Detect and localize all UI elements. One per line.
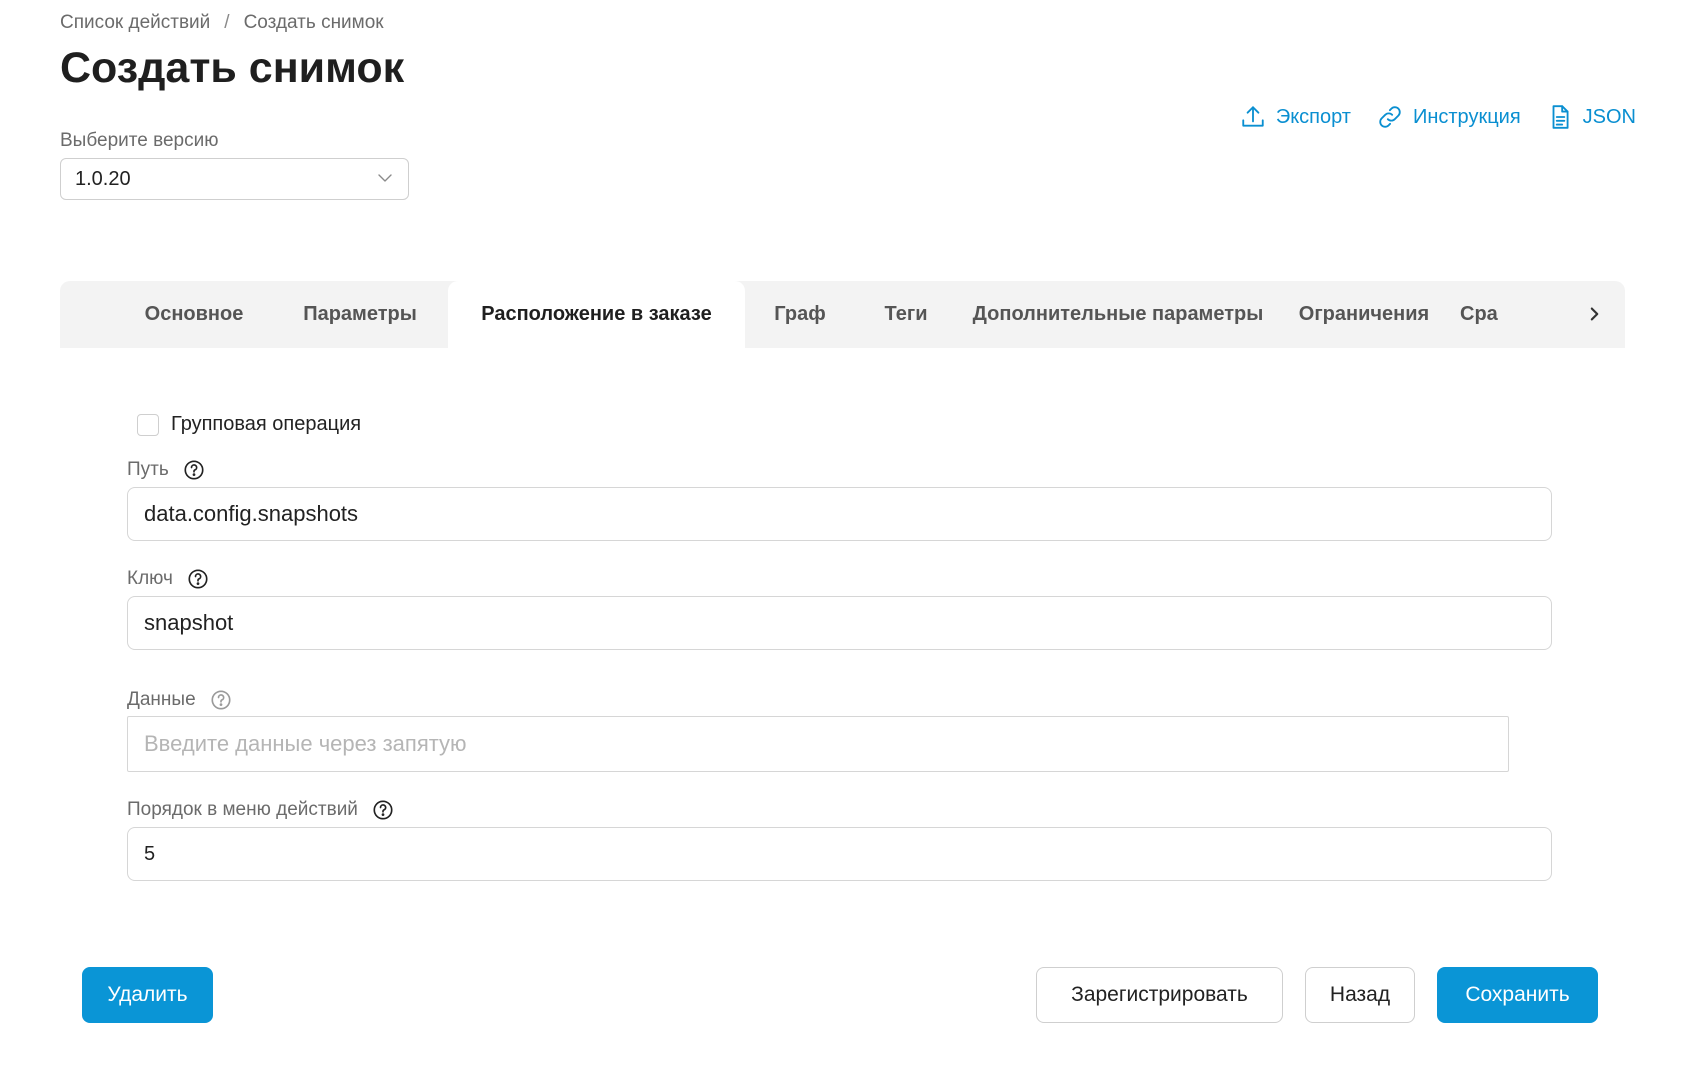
help-circle-icon[interactable] <box>210 689 232 711</box>
tab-bar: Основное Параметры Расположение в заказе… <box>60 281 1625 348</box>
link-icon <box>1379 106 1401 128</box>
back-button[interactable]: Назад <box>1305 967 1415 1023</box>
export-label: Экспорт <box>1275 105 1351 128</box>
key-label: Ключ <box>127 568 173 589</box>
group-operation-row: Групповая операция <box>137 413 361 436</box>
version-label: Выберите версию <box>60 130 219 151</box>
data-label-row: Данные <box>127 689 232 711</box>
breadcrumb-item-actions-list[interactable]: Список действий <box>60 12 210 34</box>
tab-tags[interactable]: Теги <box>866 281 946 348</box>
data-input[interactable]: Введите данные через запятую <box>127 716 1509 772</box>
tab-compare[interactable]: Сра <box>1460 281 1504 348</box>
chevron-down-icon <box>378 174 392 182</box>
instruction-label: Инструкция <box>1412 105 1521 128</box>
header-actions: Экспорт Инструкция JSON <box>1240 104 1636 130</box>
order-label-row: Порядок в меню действий <box>127 799 394 821</box>
page-title: Создать снимок <box>60 44 405 92</box>
help-circle-icon[interactable] <box>183 459 205 481</box>
upload-icon <box>1242 106 1264 127</box>
help-circle-icon[interactable] <box>372 799 394 821</box>
path-label-row: Путь <box>127 459 205 481</box>
save-button[interactable]: Сохранить <box>1437 967 1598 1023</box>
key-label-row: Ключ <box>127 568 209 590</box>
order-label: Порядок в меню действий <box>127 799 358 820</box>
tab-restrictions[interactable]: Ограничения <box>1288 281 1440 348</box>
path-input[interactable]: data.config.snapshots <box>127 487 1552 541</box>
breadcrumb: Список действий / Создать снимок <box>60 12 384 34</box>
help-circle-icon[interactable] <box>187 568 209 590</box>
delete-button[interactable]: Удалить <box>82 967 213 1023</box>
json-button[interactable]: JSON <box>1547 104 1636 130</box>
group-operation-label: Групповая операция <box>171 413 362 435</box>
tab-graph[interactable]: Граф <box>760 281 840 348</box>
order-input[interactable]: 5 <box>127 827 1552 881</box>
instruction-button[interactable]: Инструкция <box>1377 104 1521 130</box>
export-button[interactable]: Экспорт <box>1240 104 1351 130</box>
chevron-right-icon[interactable] <box>1581 301 1607 327</box>
group-operation-checkbox[interactable] <box>137 413 159 436</box>
register-button[interactable]: Зарегистрировать <box>1036 967 1283 1023</box>
breadcrumb-item-current: Создать снимок <box>243 12 384 33</box>
breadcrumb-separator: / <box>224 12 230 33</box>
document-icon <box>1552 105 1569 129</box>
tab-basic[interactable]: Основное <box>130 281 258 348</box>
path-label: Путь <box>127 459 169 480</box>
version-value: 1.0.20 <box>75 167 131 190</box>
tab-parameters[interactable]: Параметры <box>290 281 430 348</box>
version-select[interactable]: 1.0.20 <box>60 158 409 200</box>
tab-additional-parameters[interactable]: Дополнительные параметры <box>970 281 1266 348</box>
key-input[interactable]: snapshot <box>127 596 1552 650</box>
json-label: JSON <box>1582 105 1636 128</box>
data-label: Данные <box>127 689 196 710</box>
tab-order-location[interactable]: Расположение в заказе <box>448 281 745 348</box>
